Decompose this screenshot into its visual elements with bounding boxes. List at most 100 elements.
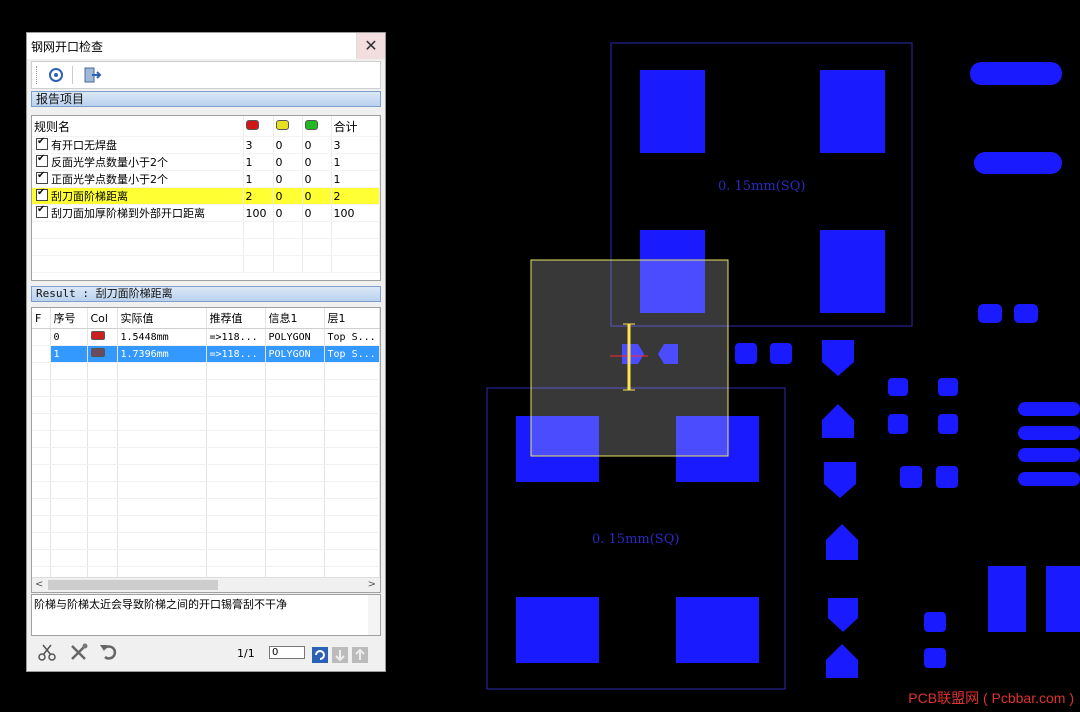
result-header-row: F 序号 Col 实际值 推荐值 信息1 层1: [32, 308, 380, 329]
result-layer1: Top S...: [324, 328, 380, 346]
refresh-page-icon[interactable]: [311, 643, 329, 667]
title-bar[interactable]: 钢网开口检查 ✕: [27, 33, 385, 59]
rules-header-name: 规则名: [32, 116, 244, 137]
rule-count-red: 2: [243, 187, 274, 205]
close-button[interactable]: ✕: [356, 33, 385, 59]
empty-row: [32, 549, 380, 567]
section-header-report: 报告项目: [31, 91, 381, 107]
rule-count-yellow: 0: [273, 170, 303, 188]
rule-checkbox[interactable]: [36, 205, 48, 218]
pad: [1014, 304, 1038, 323]
rule-count-green: 0: [302, 170, 332, 188]
rule-row[interactable]: 反面光学点数量小于2个 1 0 0 1: [32, 153, 380, 171]
empty-row: [32, 238, 380, 256]
rule-name: 有开口无焊盘: [51, 139, 117, 152]
pad: [974, 152, 1062, 174]
rule-count-yellow: 0: [273, 153, 303, 171]
result-row-selected[interactable]: 1 1.7396mm =>118... POLYGON Top S...: [32, 345, 380, 363]
col-header-actual[interactable]: 实际值: [117, 308, 207, 329]
pad: [820, 230, 885, 313]
col-header-color[interactable]: Col: [87, 308, 118, 329]
pad: [978, 304, 1002, 323]
dialog-title: 钢网开口检查: [31, 40, 104, 54]
empty-row: [32, 515, 380, 533]
pad: [735, 343, 757, 364]
result-index: 0: [50, 328, 88, 346]
rule-name: 反面光学点数量小于2个: [51, 156, 168, 169]
pad: [676, 597, 759, 663]
horizontal-scrollbar[interactable]: < >: [32, 577, 380, 592]
next-page-icon[interactable]: [331, 643, 349, 667]
rule-count-green: 0: [302, 204, 332, 222]
pad: [938, 378, 958, 396]
rule-name: 刮刀面加厚阶梯到外部开口距离: [51, 207, 205, 220]
pad: [516, 597, 599, 663]
rule-row[interactable]: 正面光学点数量小于2个 1 0 0 1: [32, 170, 380, 188]
undo-icon[interactable]: [95, 640, 123, 664]
col-header-flag[interactable]: F: [32, 308, 51, 329]
rule-total: 1: [331, 153, 380, 171]
aperture-label-top: 0. 15mm(SQ): [718, 179, 805, 194]
exit-icon[interactable]: [82, 66, 102, 84]
rule-total: 2: [331, 187, 380, 205]
empty-row: [32, 362, 380, 380]
page-input[interactable]: 0: [269, 646, 305, 659]
rule-checkbox[interactable]: [36, 188, 48, 201]
red-level-icon: [243, 116, 274, 137]
rule-count-yellow: 0: [273, 187, 303, 205]
rule-checkbox[interactable]: [36, 154, 48, 167]
col-header-recommended[interactable]: 推荐值: [206, 308, 266, 329]
col-header-info1[interactable]: 信息1: [265, 308, 325, 329]
rule-count-yellow: 0: [273, 204, 303, 222]
pad: [936, 466, 958, 488]
rule-count-green: 0: [302, 136, 332, 154]
description-scrollbar[interactable]: [368, 595, 380, 635]
pad: [938, 414, 958, 434]
scroll-left-icon[interactable]: <: [35, 578, 43, 592]
prev-page-icon[interactable]: [351, 643, 369, 667]
result-color-swatch: [87, 345, 118, 363]
pad: [822, 404, 854, 438]
pad: [822, 340, 854, 376]
pad: [924, 612, 946, 632]
pad: [1018, 472, 1080, 486]
rule-row[interactable]: 刮刀面加厚阶梯到外部开口距离 100 0 0 100: [32, 204, 380, 222]
toolbar: [31, 61, 381, 89]
bottom-toolbar: 1/1 0: [31, 640, 381, 666]
rule-total: 3: [331, 136, 380, 154]
scissors-icon[interactable]: [33, 640, 61, 664]
rule-row[interactable]: 有开口无焊盘 3 0 0 3: [32, 136, 380, 154]
empty-row: [32, 221, 380, 239]
pad: [828, 598, 858, 632]
col-header-layer1[interactable]: 层1: [324, 308, 380, 329]
pad: [770, 343, 792, 364]
pad: [1018, 402, 1080, 416]
result-info1: POLYGON: [265, 345, 325, 363]
col-header-index[interactable]: 序号: [50, 308, 88, 329]
empty-row: [32, 498, 380, 516]
pad: [900, 466, 922, 488]
pad: [820, 70, 885, 153]
pad: [824, 462, 856, 498]
rule-count-green: 0: [302, 153, 332, 171]
result-actual: 1.7396mm: [117, 345, 207, 363]
green-level-icon: [302, 116, 332, 137]
pad: [970, 62, 1062, 85]
rule-row-selected[interactable]: 刮刀面阶梯距离 2 0 0 2: [32, 187, 380, 205]
rule-checkbox[interactable]: [36, 137, 48, 150]
pad: [1046, 566, 1080, 632]
aperture-label-bottom: 0. 15mm(SQ): [592, 532, 679, 547]
empty-row: [32, 255, 380, 273]
rule-count-green: 0: [302, 187, 332, 205]
scroll-right-icon[interactable]: >: [368, 578, 376, 592]
toolbar-grip: [36, 66, 39, 84]
refresh-icon[interactable]: [46, 66, 66, 84]
watermark: PCB联盟网 ( Pcbbar.com ): [908, 690, 1074, 706]
result-row[interactable]: 0 1.5448mm =>118... POLYGON Top S...: [32, 328, 380, 346]
rule-checkbox[interactable]: [36, 171, 48, 184]
pad: [1018, 448, 1080, 462]
scrollbar-thumb[interactable]: [48, 580, 218, 590]
tools-icon[interactable]: [65, 640, 93, 664]
toolbar-separator: [72, 66, 73, 84]
result-actual: 1.5448mm: [117, 328, 207, 346]
